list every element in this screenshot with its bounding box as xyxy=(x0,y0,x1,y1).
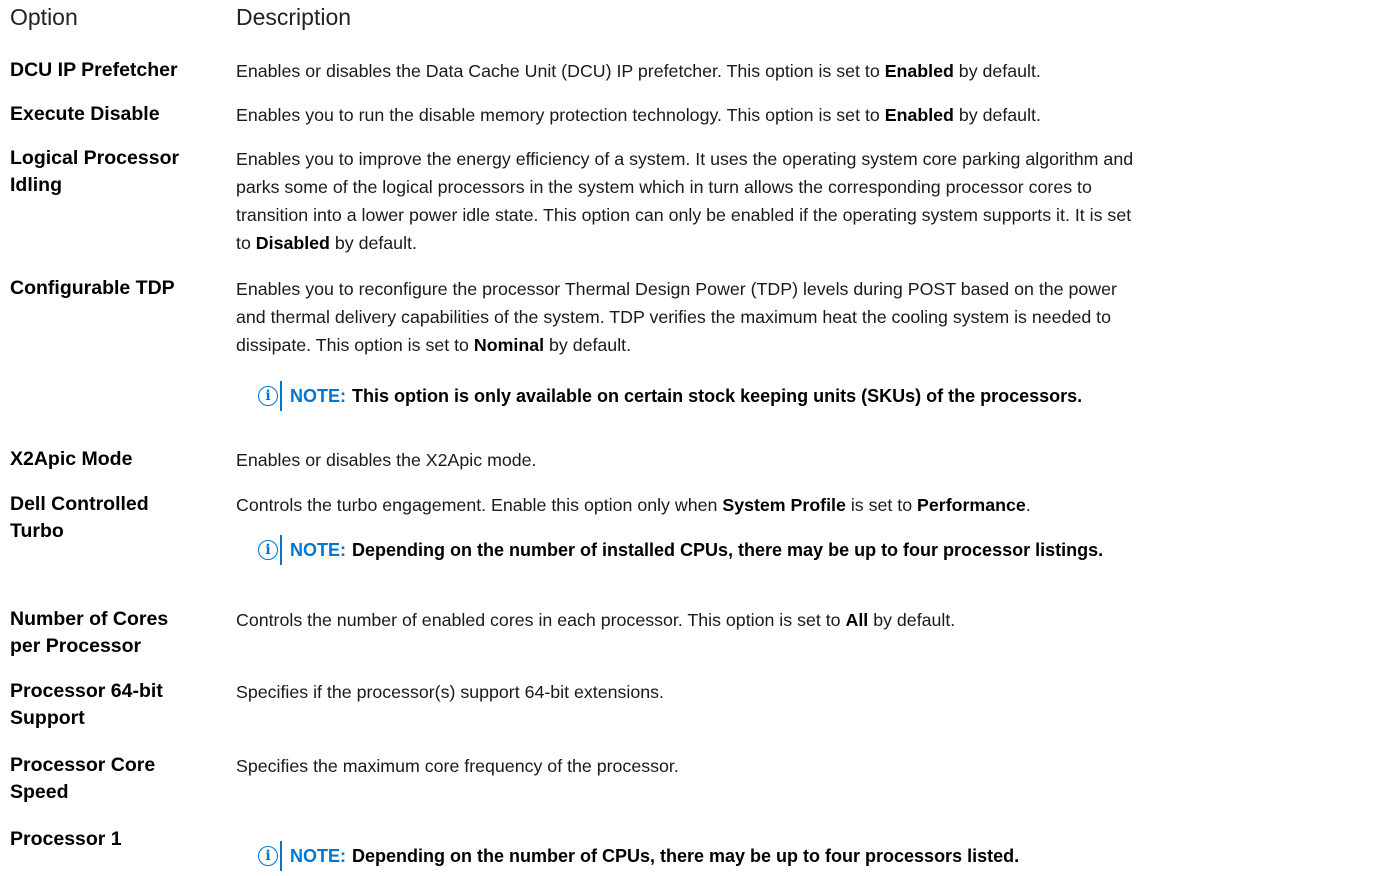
note-divider xyxy=(280,535,282,565)
option-description: Enables or disables the X2Apic mode. xyxy=(236,450,537,470)
column-header-description: Description xyxy=(236,4,352,30)
option-description: Controls the turbo engagement. Enable th… xyxy=(236,495,1031,515)
option-description: Specifies if the processor(s) support 64… xyxy=(236,682,664,702)
note-callout: i NOTE: Depending on the number of CPUs, t… xyxy=(258,841,1019,871)
option-name: Logical Processor Idling xyxy=(10,147,180,196)
option-description: Controls the number of enabled cores in … xyxy=(236,610,956,630)
option-description: Enables you to reconfigure the processor… xyxy=(236,279,1117,355)
option-name: Dell Controlled Turbo xyxy=(10,493,149,542)
info-circle-icon: i xyxy=(258,386,278,406)
note-callout: i NOTE: Depending on the number of install… xyxy=(258,535,1103,565)
note-divider xyxy=(280,841,282,871)
note-text: This option is only available on certain… xyxy=(352,385,1083,406)
note-label: NOTE: xyxy=(290,539,346,560)
option-name: Processor Core Speed xyxy=(10,754,156,803)
option-name: X2Apic Mode xyxy=(10,448,133,470)
bios-options-table: Option Description DCU IP Prefetcher Ena… xyxy=(0,0,1393,876)
note-label: NOTE: xyxy=(290,385,346,406)
option-name: Number of Cores per Processor xyxy=(10,608,169,657)
option-name: Configurable TDP xyxy=(10,277,175,299)
option-name: Execute Disable xyxy=(10,103,160,125)
note-divider xyxy=(280,381,282,411)
option-name: Processor 1 xyxy=(10,828,122,850)
note-text: Depending on the number of installed CPU… xyxy=(352,539,1104,560)
option-description: Enables you to run the disable memory pr… xyxy=(236,105,1041,125)
note-text: Depending on the number of CPUs, there m… xyxy=(352,845,1020,866)
option-description: Specifies the maximum core frequency of … xyxy=(236,756,679,776)
note-label: NOTE: xyxy=(290,845,346,866)
info-circle-icon: i xyxy=(258,846,278,866)
note-callout: i NOTE: This option is only available on c… xyxy=(258,381,1082,411)
option-description: Enables you to improve the energy effici… xyxy=(236,149,1134,253)
option-name: Processor 64-bit Support xyxy=(10,680,163,729)
column-header-option: Option xyxy=(10,4,78,30)
option-description: Enables or disables the Data Cache Unit … xyxy=(236,61,1041,81)
info-circle-icon: i xyxy=(258,540,278,560)
option-name: DCU IP Prefetcher xyxy=(10,59,178,81)
